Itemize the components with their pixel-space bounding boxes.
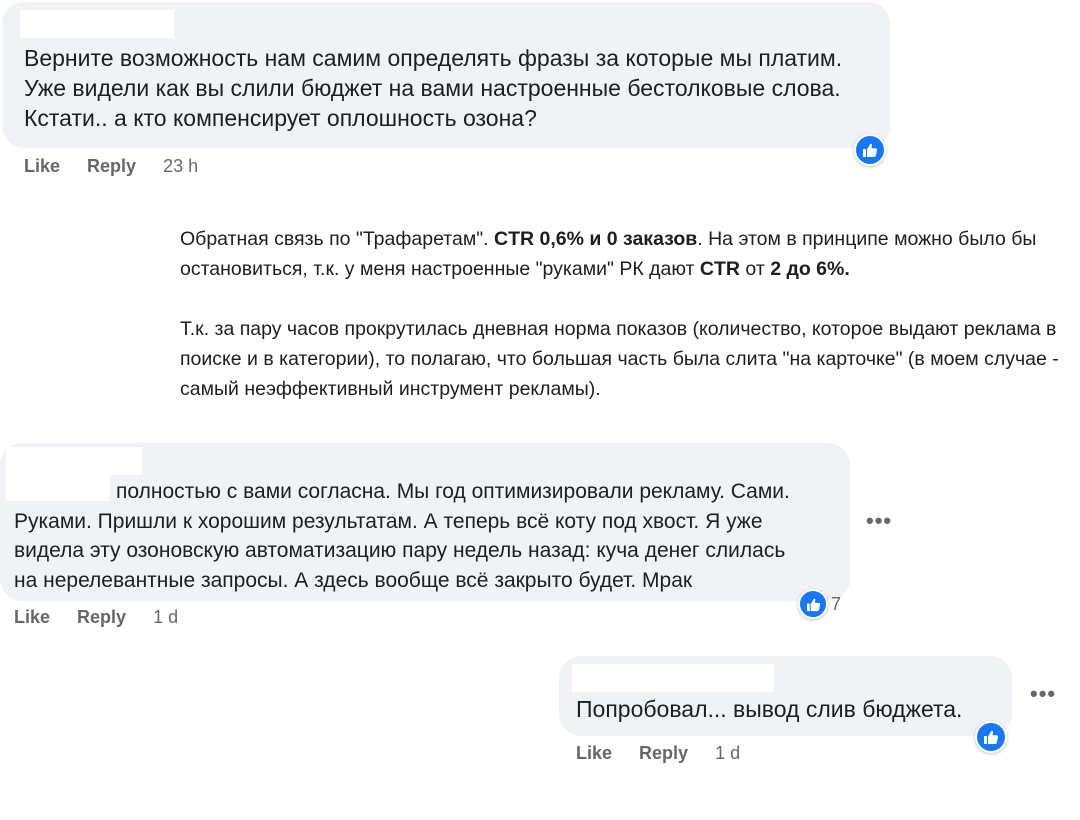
note-bold-ctr: CTR 0,6% и 0 заказов [494, 228, 698, 250]
timestamp[interactable]: 23 h [163, 156, 198, 176]
comment-1-line-3: Кстати.. а кто компенсирует оплошность о… [24, 105, 537, 131]
comment-2-line-3: видела эту озоновскую автоматизацию пару… [14, 539, 786, 562]
note-paragraph-2: Т.к. за пару часов прокрутилась дневная … [180, 318, 1059, 400]
reply-button[interactable]: Reply [77, 607, 126, 627]
comment-actions-3: Like Reply 1 d [576, 743, 740, 764]
comment-2-line-2: Руками. Пришли к хорошим результатам. А … [14, 509, 763, 533]
reaction-badge-2[interactable] [798, 589, 828, 619]
thumbs-up-icon [806, 598, 820, 611]
comment-1-line-1: Верните возможность нам самим определять… [24, 45, 843, 71]
feedback-note: Обратная связь по "Трафаретам". CTR 0,6%… [180, 224, 1075, 404]
author-name-redacted [6, 447, 142, 475]
comment-1-line-2: Уже видели как вы слили бюджет на вами н… [24, 75, 841, 101]
timestamp[interactable]: 1 d [715, 743, 740, 763]
comment-2-line-1: полностью с вами согласна. Мы год оптими… [116, 480, 790, 503]
comment-3-line-1: Попробовал... вывод слив бюджета. [576, 696, 963, 722]
like-button[interactable]: Like [14, 607, 50, 627]
author-name-redacted [20, 10, 174, 38]
note-text: от [740, 258, 771, 280]
thumbs-up-icon [984, 730, 999, 744]
author-name-redacted [572, 664, 774, 692]
comment-text-2: полностью с вами согласна. Мы год оптими… [14, 477, 844, 595]
more-options-button[interactable]: ••• [1030, 681, 1056, 707]
comment-2-line-4: на нерелевантные запросы. А здесь вообще… [14, 568, 693, 592]
like-button[interactable]: Like [24, 156, 60, 176]
reaction-count[interactable]: 7 [831, 594, 841, 615]
reaction-badge-1[interactable] [854, 134, 886, 166]
comment-text-1: Верните возможность нам самим определять… [24, 43, 884, 133]
note-text: Обратная связь по "Трафаретам". [180, 228, 494, 250]
note-bold-ctr-label: CTR [699, 258, 740, 280]
comment-actions-2: Like Reply 1 d [14, 607, 178, 628]
timestamp[interactable]: 1 d [153, 607, 178, 627]
note-bold-range: 2 до 6%. [770, 258, 850, 280]
note-paragraph-1: Обратная связь по "Трафаретам". CTR 0,6%… [180, 224, 1075, 284]
more-options-button[interactable]: ••• [866, 508, 892, 534]
comment-actions-1: Like Reply 23 h [24, 156, 198, 177]
thumbs-up-icon [863, 143, 878, 157]
reaction-badge-3[interactable] [975, 721, 1007, 753]
reply-button[interactable]: Reply [639, 743, 688, 763]
comment-text-3: Попробовал... вывод слив бюджета. [576, 694, 1006, 724]
like-button[interactable]: Like [576, 743, 612, 763]
reply-button[interactable]: Reply [87, 156, 136, 176]
